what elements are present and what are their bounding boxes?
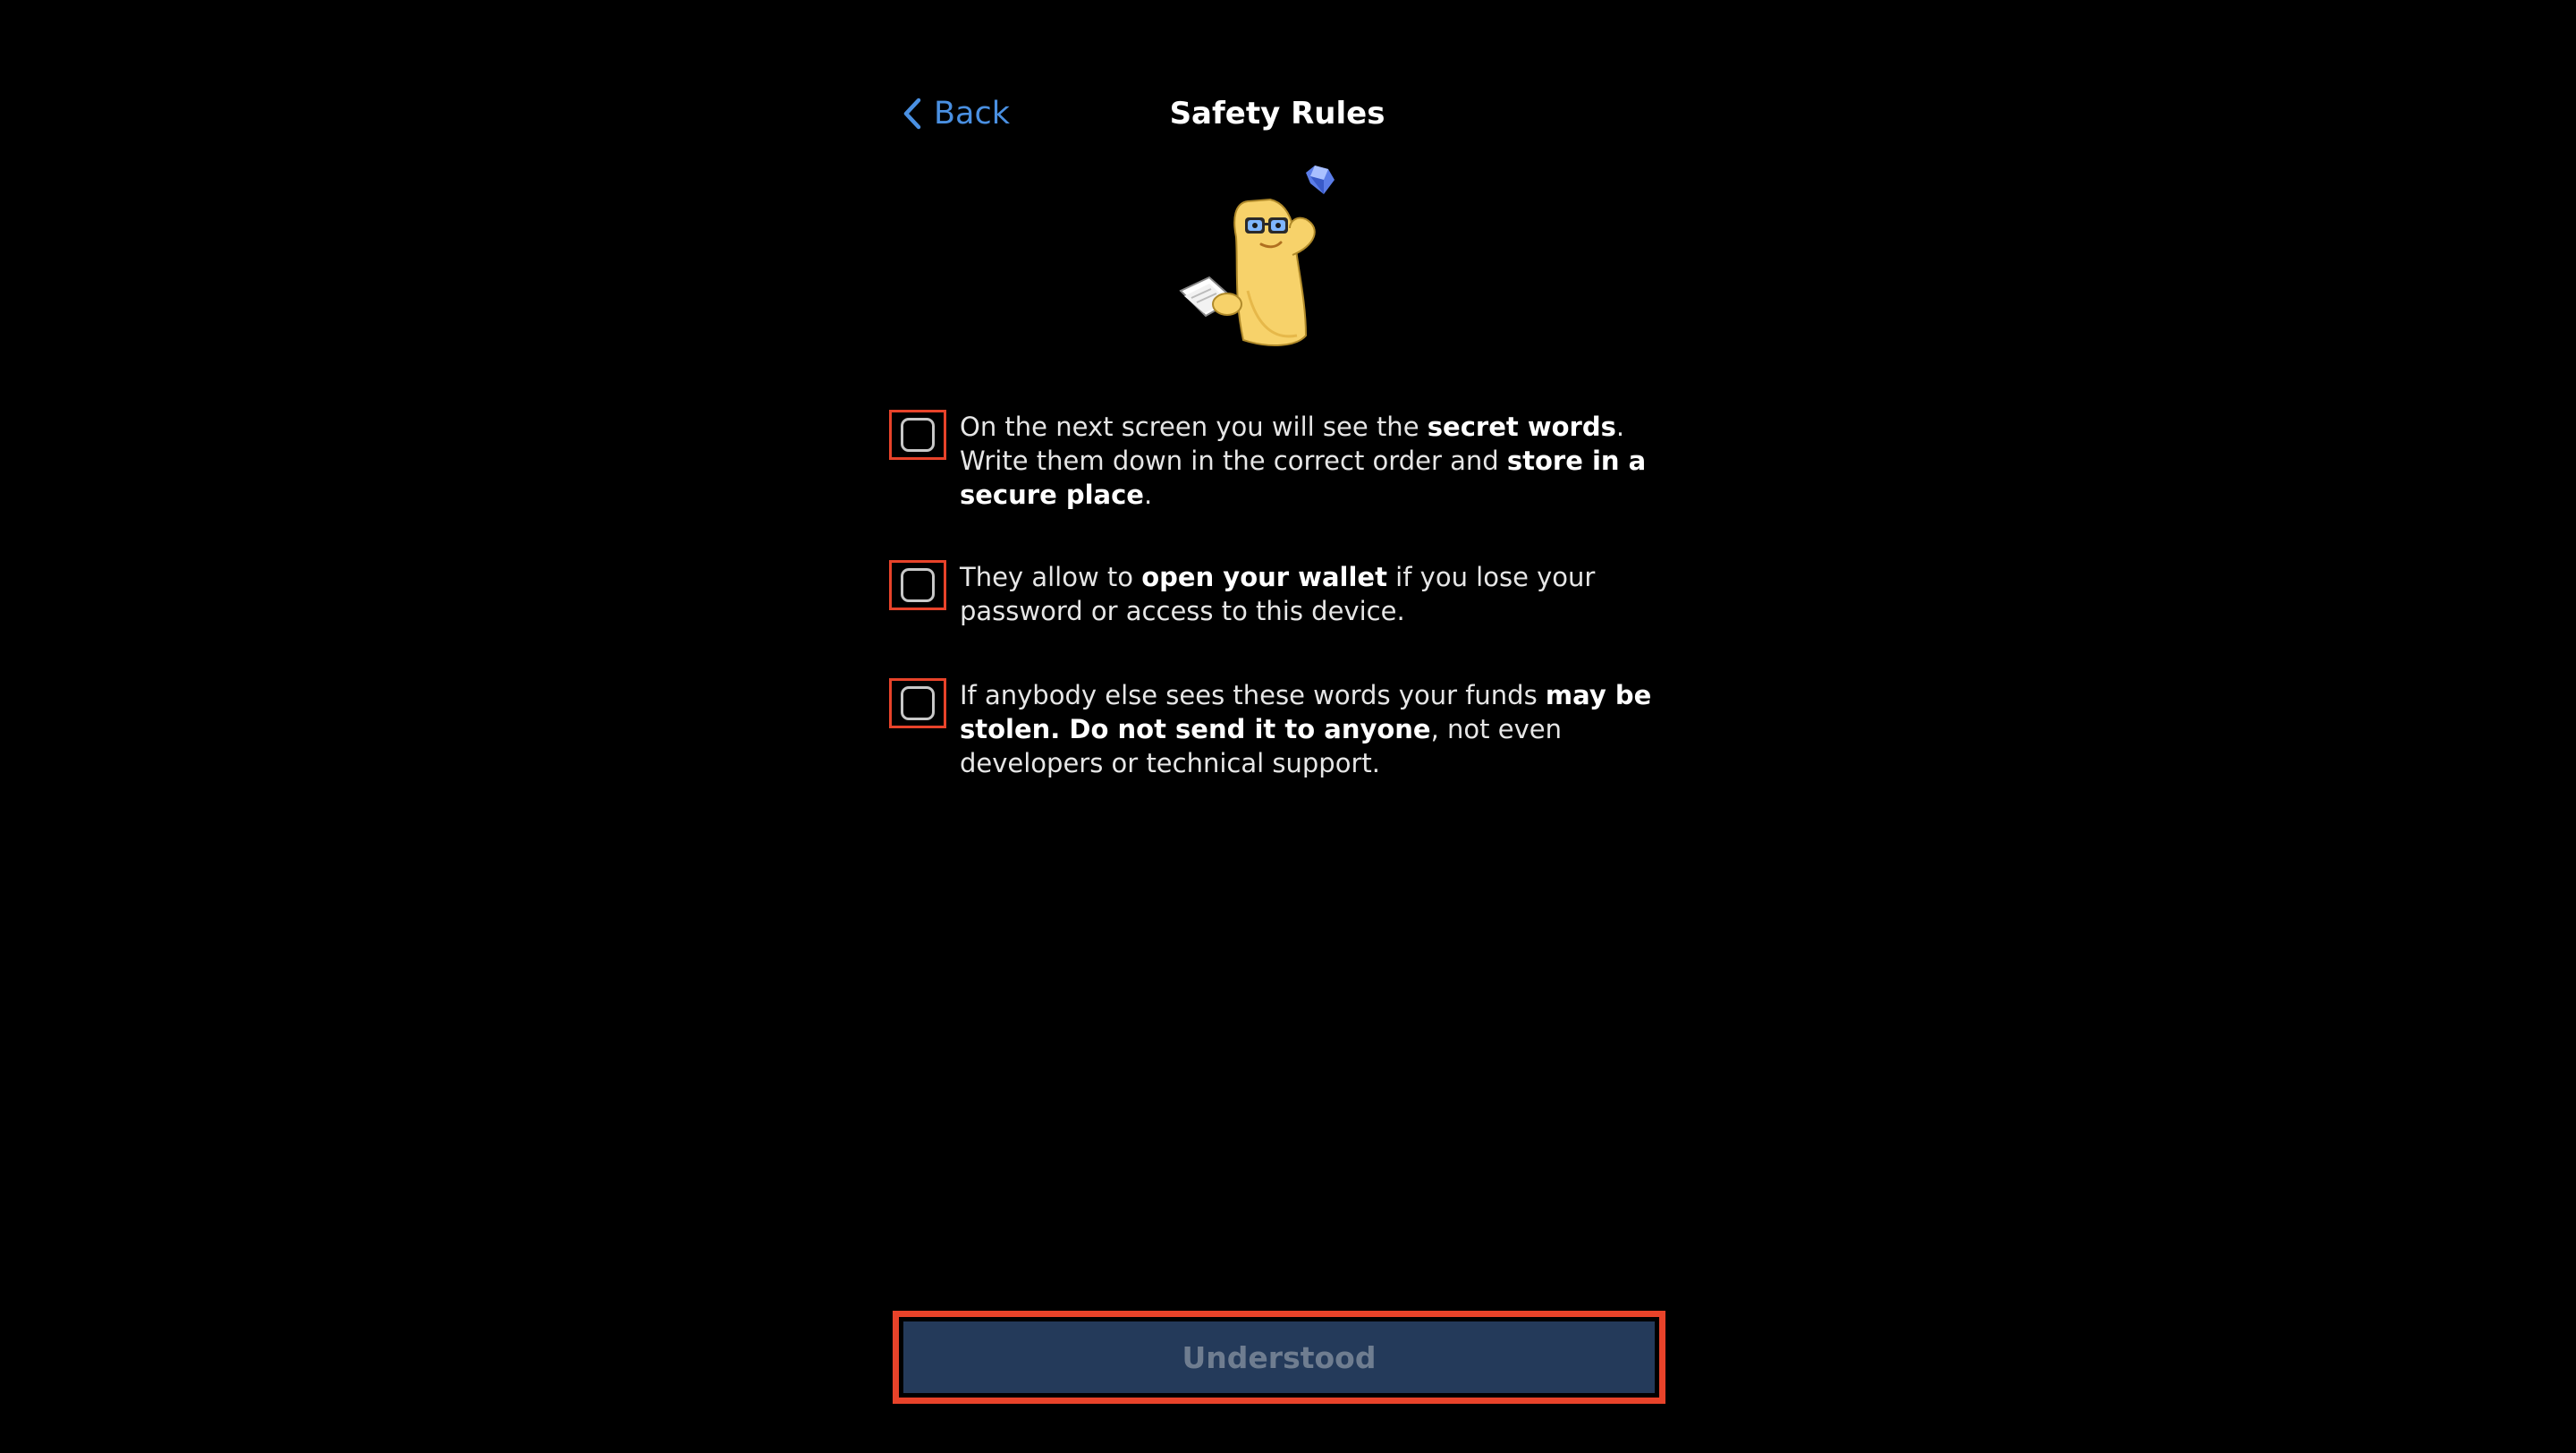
understood-button[interactable]: Understood bbox=[893, 1311, 1665, 1404]
understood-label: Understood bbox=[903, 1321, 1655, 1393]
rule-emphasis: open your wallet bbox=[1141, 562, 1387, 592]
checkbox-icon bbox=[901, 568, 935, 602]
header: Back Safety Rules bbox=[891, 81, 1664, 143]
rule-text: They allow to open your wallet if you lo… bbox=[960, 560, 1675, 628]
rule-text: If anybody else sees these words your fu… bbox=[960, 678, 1675, 780]
rule-text: On the next screen you will see the secr… bbox=[960, 410, 1675, 512]
safety-rules-screen: Back Safety Rules On the next screen you… bbox=[0, 0, 2576, 1453]
safety-rules-sticker bbox=[1172, 157, 1351, 353]
diamond-icon bbox=[1306, 166, 1335, 194]
rule-checkbox[interactable] bbox=[889, 560, 946, 610]
checkbox-icon bbox=[901, 686, 935, 720]
rule-checkbox[interactable] bbox=[889, 410, 946, 460]
rule-text-run: They allow to bbox=[960, 562, 1142, 592]
checkbox-icon bbox=[901, 418, 935, 452]
rule-text-run: . bbox=[1143, 480, 1153, 510]
rule-emphasis: secret words bbox=[1427, 412, 1616, 442]
rule-text-run: On the next screen you will see the bbox=[960, 412, 1428, 442]
rule-checkbox[interactable] bbox=[889, 678, 946, 728]
rule-text-run: If anybody else sees these words your fu… bbox=[960, 680, 1546, 710]
page-title: Safety Rules bbox=[1169, 96, 1385, 132]
